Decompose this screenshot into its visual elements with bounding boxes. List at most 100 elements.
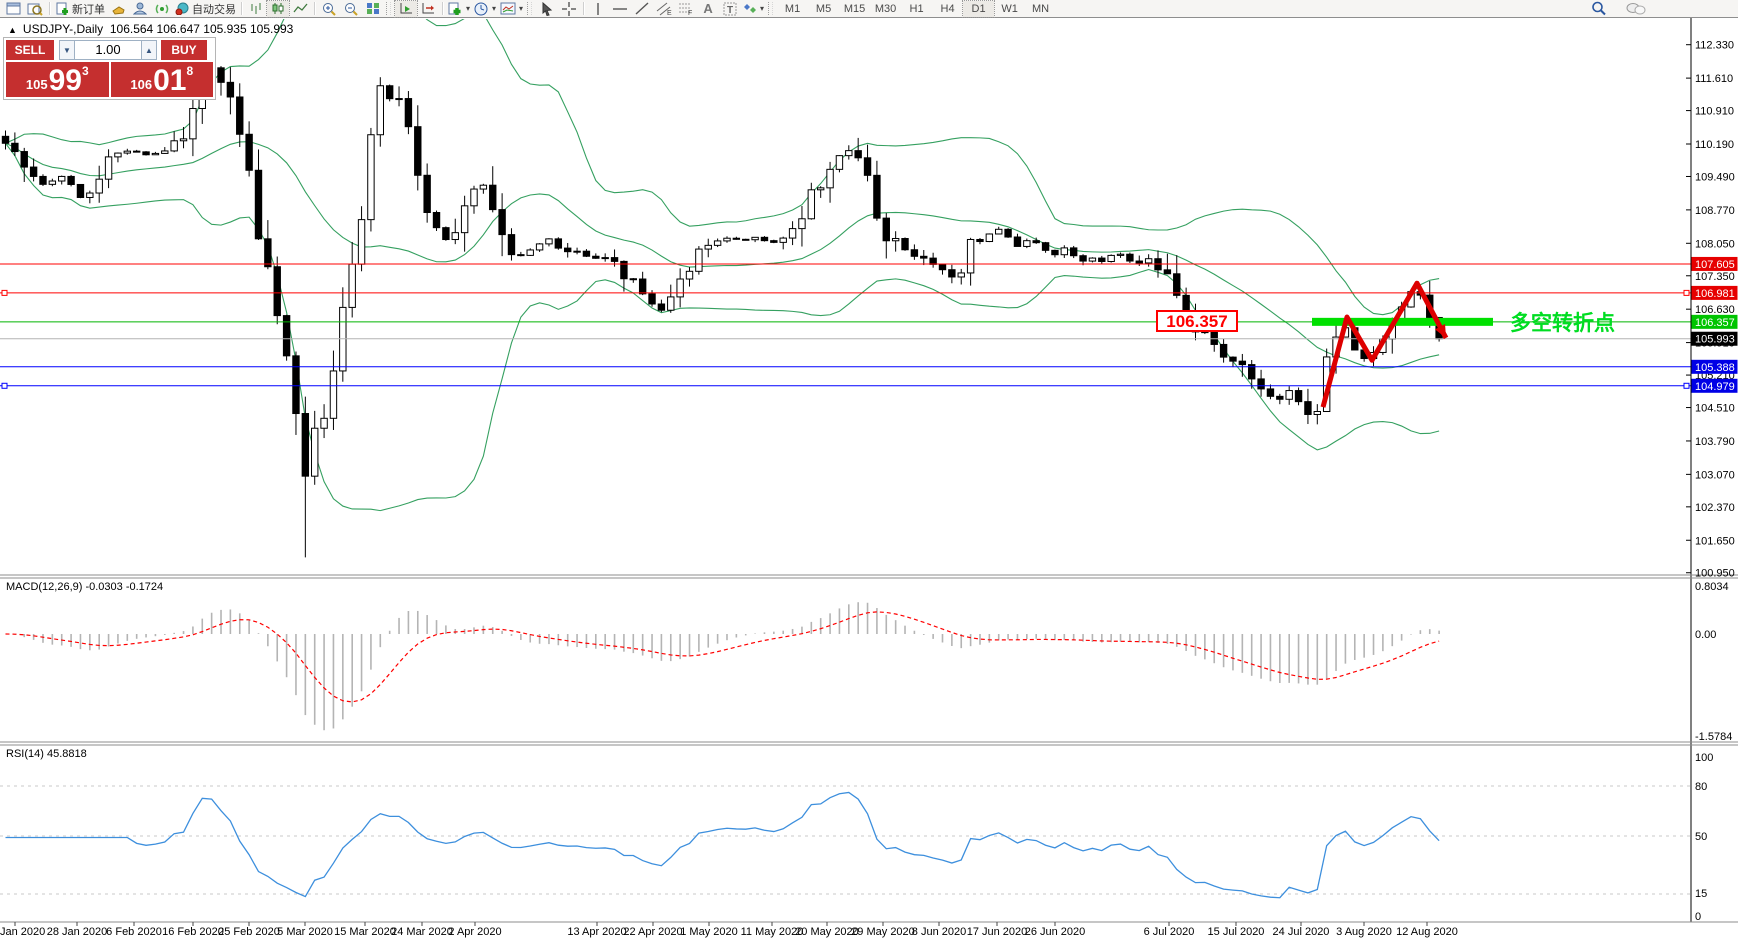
fibonacci-icon[interactable]: F xyxy=(675,1,697,17)
candle-body xyxy=(1295,391,1301,402)
price-tick-label: 110.910 xyxy=(1695,106,1734,118)
horizontal-line-icon[interactable] xyxy=(609,1,631,17)
templates-icon[interactable]: ▾ xyxy=(498,1,525,17)
macd-pane: 0.80340.00-1.5784 xyxy=(6,581,1733,743)
candle-body xyxy=(77,184,83,197)
timeframe-h4[interactable]: H4 xyxy=(932,1,963,17)
candle-body xyxy=(274,267,280,316)
date-axis[interactable]: 19 Jan 202028 Jan 20206 Feb 202016 Feb 2… xyxy=(0,922,1458,938)
candle-body xyxy=(1136,261,1142,263)
candle-body xyxy=(499,210,505,235)
candle-body xyxy=(480,185,486,189)
autotrading-button[interactable]: 自动交易 xyxy=(173,1,238,17)
toolbar-separator xyxy=(314,2,315,15)
candle-body xyxy=(115,153,121,157)
zoom-out-icon[interactable] xyxy=(340,1,362,17)
line-endpoint-marker[interactable] xyxy=(2,290,7,295)
date-label: 13 Apr 2020 xyxy=(567,926,626,938)
volume-up-button[interactable]: ▲ xyxy=(141,40,157,60)
date-label: 17 Jun 2020 xyxy=(967,926,1028,938)
indicators-icon[interactable]: ▾ xyxy=(446,1,472,17)
price-tick-label: 103.070 xyxy=(1695,469,1735,481)
buy-button[interactable]: BUY xyxy=(161,40,207,60)
market-watch-icon[interactable] xyxy=(24,1,46,17)
candle-body xyxy=(508,235,514,255)
equidistant-channel-icon[interactable]: E xyxy=(653,1,675,17)
chat-icon[interactable] xyxy=(1624,1,1648,17)
cursor-icon[interactable] xyxy=(536,1,558,17)
tile-windows-icon[interactable] xyxy=(362,1,384,17)
new-order-button[interactable]: 新订单 xyxy=(53,1,107,17)
candle-body xyxy=(49,181,55,184)
timeframe-h1[interactable]: H1 xyxy=(901,1,932,17)
zoom-in-icon[interactable] xyxy=(318,1,340,17)
candle-body xyxy=(1164,270,1170,274)
volume-input[interactable]: 1.00 xyxy=(75,40,141,60)
rsi-label: RSI(14) 45.8818 xyxy=(6,748,87,760)
trendline-icon[interactable] xyxy=(631,1,653,17)
date-label: 25 Feb 2020 xyxy=(218,926,280,938)
candle-body xyxy=(190,109,196,139)
text-icon[interactable]: A xyxy=(697,1,719,17)
search-icon[interactable] xyxy=(1588,1,1610,17)
bollinger-line xyxy=(6,0,1440,315)
line-endpoint-marker[interactable] xyxy=(1684,383,1689,388)
depth-of-market-icon[interactable] xyxy=(107,1,129,17)
text-label-icon[interactable]: T xyxy=(719,1,741,17)
ohlc-values: 106.564 106.647 105.935 105.993 xyxy=(110,22,294,36)
price-annotation-text: 106.357 xyxy=(1166,312,1227,331)
candle-body xyxy=(330,371,336,418)
candlestick-icon[interactable] xyxy=(267,1,289,17)
timeframe-m15[interactable]: M15 xyxy=(839,1,870,17)
candle-body xyxy=(490,185,496,209)
chart-shift-icon[interactable] xyxy=(417,1,439,17)
timeframe-w1[interactable]: W1 xyxy=(994,1,1025,17)
candle-body xyxy=(546,239,552,244)
sell-button[interactable]: SELL xyxy=(6,40,54,60)
candle-body xyxy=(714,241,720,245)
candle-body xyxy=(162,151,168,153)
rsi-axis-label: 0 xyxy=(1695,911,1701,923)
candle-body xyxy=(986,234,992,242)
thick-green-level-bar[interactable] xyxy=(1312,318,1493,326)
line-endpoint-marker[interactable] xyxy=(2,383,7,388)
cn-annotation-text[interactable]: 多空转折点 xyxy=(1510,311,1615,335)
vertical-line-icon[interactable] xyxy=(587,1,609,17)
timeframe-mn[interactable]: MN xyxy=(1025,1,1056,17)
rsi-axis-label: 50 xyxy=(1695,831,1707,843)
contacts-icon[interactable] xyxy=(129,1,151,17)
timeframe-m1[interactable]: M1 xyxy=(777,1,808,17)
candle-body xyxy=(1070,248,1076,256)
arrows-icon[interactable]: ▾ xyxy=(741,1,766,17)
collapse-arrow-icon[interactable]: ▲ xyxy=(8,25,17,35)
candle-body xyxy=(180,139,186,141)
timeframe-d1[interactable]: D1 xyxy=(963,1,994,17)
timeframe-m5[interactable]: M5 xyxy=(808,1,839,17)
price-tick-label: 108.050 xyxy=(1695,238,1735,250)
signal-icon[interactable] xyxy=(151,1,173,17)
candle-body xyxy=(696,249,702,271)
date-label: 20 May 2020 xyxy=(795,926,859,938)
price-tick-label: 108.770 xyxy=(1695,205,1735,217)
bar-chart-icon[interactable] xyxy=(245,1,267,17)
volume-down-button[interactable]: ▼ xyxy=(59,40,75,60)
new-window-icon[interactable] xyxy=(2,1,24,17)
auto-scroll-icon[interactable] xyxy=(395,1,417,17)
candle-body xyxy=(958,273,964,277)
ask-price-tile[interactable]: 106 01 8 xyxy=(111,62,214,97)
toolbar: 新订单 自动交易 ▾ ▾ ▾ xyxy=(0,0,1738,18)
price-tick-label: 100.950 xyxy=(1695,568,1735,580)
candle-body xyxy=(611,258,617,262)
candle-body xyxy=(733,238,739,239)
bollinger-line xyxy=(6,142,1440,368)
line-endpoint-marker[interactable] xyxy=(1684,290,1689,295)
macd-axis-label: 0.00 xyxy=(1695,629,1716,641)
candle-body xyxy=(902,239,908,250)
crosshair-icon[interactable] xyxy=(558,1,580,17)
periods-icon[interactable]: ▾ xyxy=(472,1,498,17)
timeframe-m30[interactable]: M30 xyxy=(870,1,901,17)
bid-price-tile[interactable]: 105 99 3 xyxy=(6,62,109,97)
line-chart-icon[interactable] xyxy=(289,1,311,17)
rsi-axis-label: 80 xyxy=(1695,781,1707,793)
date-label: 6 Jul 2020 xyxy=(1144,926,1195,938)
